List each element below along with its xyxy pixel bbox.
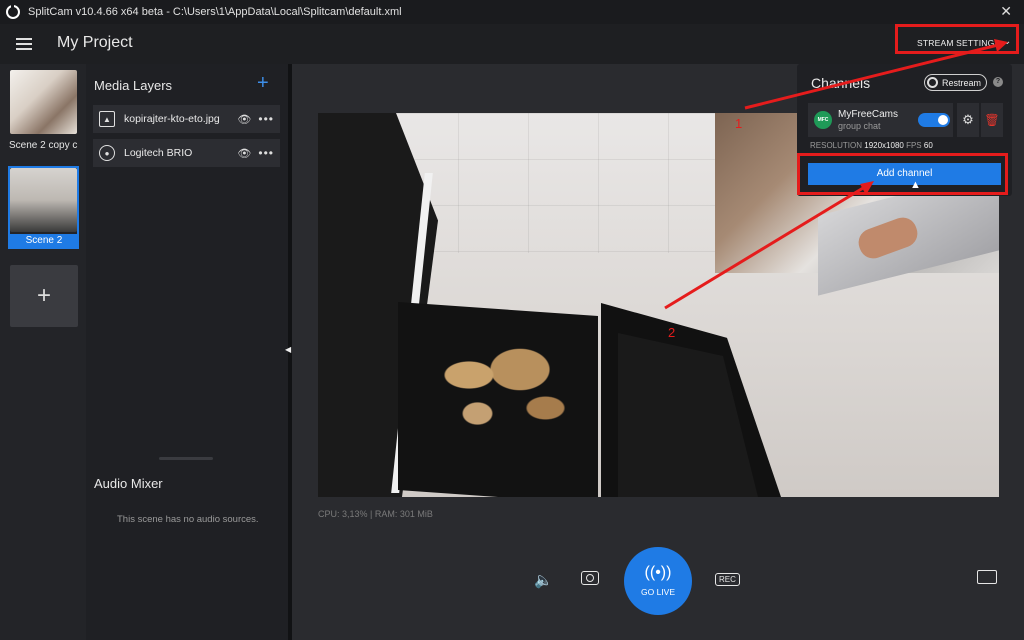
annotation-number-1: 1	[735, 116, 743, 131]
more-options-icon[interactable]: •••	[258, 146, 274, 160]
scene-label-selected: Scene 2	[9, 234, 79, 248]
annotation-number-2: 2	[668, 325, 676, 340]
annotation-highlight-stream-settings	[895, 24, 1019, 54]
myfreecams-logo-icon: MFC	[814, 111, 832, 129]
restream-icon	[927, 77, 938, 88]
go-live-label: GO LIVE	[640, 587, 675, 597]
window-close-button[interactable]: ✕	[1000, 3, 1012, 20]
add-scene-button[interactable]: +	[10, 265, 78, 327]
help-icon[interactable]: ?	[993, 77, 1003, 87]
fps-label: FPS	[906, 141, 922, 150]
media-layers-title: Media Layers	[94, 78, 173, 93]
speaker-icon[interactable]: 🔈	[534, 571, 553, 589]
resolution-label: RESOLUTION	[810, 141, 863, 150]
channel-item[interactable]: MFC MyFreeCams group chat	[808, 103, 953, 137]
preview-map-continents	[418, 331, 588, 441]
splitcam-logo-icon	[6, 4, 20, 19]
channel-subtitle: group chat	[838, 121, 881, 131]
add-layer-button[interactable]: +	[257, 72, 269, 95]
restream-label: Restream	[942, 77, 982, 88]
channel-enable-toggle[interactable]	[918, 113, 950, 127]
resolution-value: 1920x1080	[864, 141, 904, 150]
channel-settings-gear-icon[interactable]: ⚙	[957, 103, 979, 137]
layer-name: kopirajter-kto-eto.jpg	[124, 113, 220, 125]
media-layer-item[interactable]: ▲ kopirajter-kto-eto.jpg 👁 •••	[93, 105, 280, 133]
eye-icon[interactable]: 👁	[237, 113, 251, 126]
annotation-highlight-add-channel	[797, 153, 1008, 195]
eye-icon[interactable]: 👁	[237, 147, 251, 160]
scene-thumbnail-selected[interactable]	[10, 168, 77, 232]
audio-mixer-empty-text: This scene has no audio sources.	[117, 514, 259, 525]
more-options-icon[interactable]: •••	[258, 112, 274, 126]
channels-title: Channels	[811, 75, 871, 91]
audio-mixer-title: Audio Mixer	[94, 476, 163, 491]
app-header: My Project STREAM SETTINGS ⌄	[0, 24, 1024, 64]
collapse-arrow-icon[interactable]: ◀	[285, 345, 291, 354]
media-layer-item[interactable]: ● Logitech BRIO 👁 •••	[93, 139, 280, 167]
channel-resolution-info: RESOLUTION 1920x1080 FPS 60	[810, 141, 933, 150]
go-live-button[interactable]: ((•)) GO LIVE	[624, 547, 692, 615]
panel-resize-handle[interactable]	[159, 457, 213, 460]
layer-name: Logitech BRIO	[124, 147, 193, 159]
hamburger-menu-icon[interactable]	[16, 38, 32, 50]
record-button[interactable]: REC	[715, 573, 740, 586]
channel-delete-trash-icon[interactable]: 🗑	[981, 103, 1003, 137]
camera-snapshot-icon[interactable]	[581, 571, 599, 585]
chat-icon[interactable]	[977, 570, 997, 584]
fps-value: 60	[923, 141, 933, 150]
restream-button[interactable]: Restream	[924, 74, 987, 91]
scene-thumbnail[interactable]	[10, 70, 77, 134]
camera-icon: ●	[99, 145, 115, 161]
media-layers-panel: Media Layers + ▲ kopirajter-kto-eto.jpg …	[86, 64, 288, 640]
title-bar: SplitCam v10.4.66 x64 beta - C:\Users\1\…	[0, 0, 1024, 24]
project-title: My Project	[57, 34, 133, 51]
window-title: SplitCam v10.4.66 x64 beta - C:\Users\1\…	[28, 6, 402, 18]
image-icon: ▲	[99, 111, 115, 127]
broadcast-icon: ((•))	[644, 564, 672, 581]
cpu-ram-status: CPU: 3,13% | RAM: 301 MiB	[318, 509, 433, 519]
scene-label: Scene 2 copy c	[9, 140, 78, 151]
preview-door-panel	[618, 333, 758, 497]
mouse-cursor-icon: ▲	[910, 179, 921, 191]
channel-name: MyFreeCams	[838, 109, 899, 120]
